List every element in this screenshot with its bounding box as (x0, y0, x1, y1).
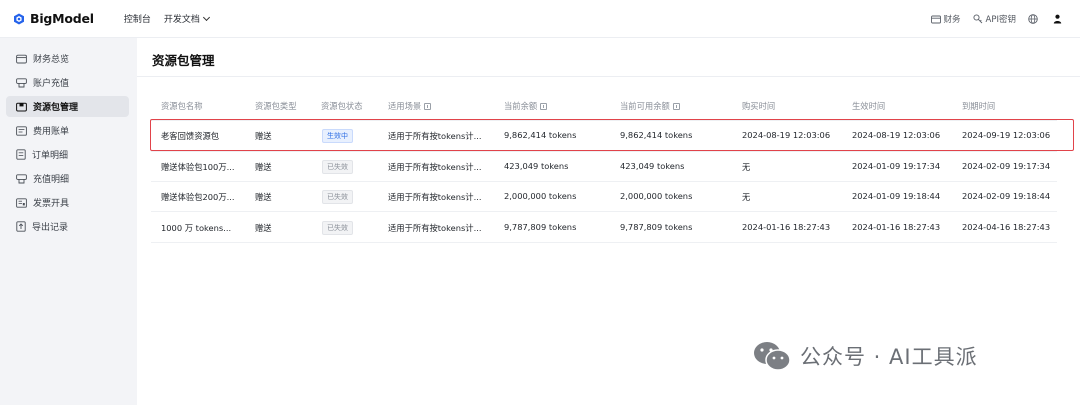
column-header-expire: 到期时间 (962, 101, 996, 111)
package-icon (16, 102, 27, 112)
nav-dev-docs[interactable]: 开发文档 (164, 12, 210, 25)
top-navbar: BigModel 控制台 开发文档 财务 API密钥 (0, 0, 1080, 38)
cell-type: 赠送 (255, 131, 272, 141)
cell-bought: 无 (742, 192, 751, 202)
finance-link[interactable]: 财务 (930, 13, 961, 25)
info-icon[interactable] (672, 102, 680, 110)
cell-bought: 无 (742, 162, 751, 172)
cell-available: 2,000,000 tokens (620, 191, 693, 201)
language-button[interactable] (1028, 14, 1041, 24)
sidebar-item-orders[interactable]: 订单明细 (6, 144, 129, 165)
divider (151, 242, 1057, 243)
wallet-icon (930, 15, 941, 23)
sidebar-item-label: 费用账单 (33, 127, 70, 137)
column-header-bought: 购买时间 (742, 101, 776, 111)
column-header-type: 资源包类型 (255, 101, 297, 111)
bill-icon (16, 125, 27, 136)
brand[interactable]: BigModel (13, 11, 94, 26)
cell-expire: 2024-09-19 12:03:06 (962, 130, 1051, 140)
cell-effective: 2024-08-19 12:03:06 (852, 130, 941, 140)
brand-name: BigModel (30, 11, 94, 26)
globe-icon (1028, 14, 1038, 24)
sidebar-item-export-records[interactable]: 导出记录 (6, 216, 129, 237)
page-title: 资源包管理 (152, 53, 215, 68)
column-header-status: 资源包状态 (321, 101, 363, 111)
cell-bought: 2024-01-16 18:27:43 (742, 222, 831, 232)
sidebar-item-label: 导出记录 (32, 223, 69, 233)
bigmodel-logo-icon (13, 13, 25, 25)
user-avatar[interactable] (1053, 14, 1065, 24)
recharge-icon (16, 77, 27, 87)
sidebar-item-label: 充值明细 (33, 175, 70, 185)
sidebar-item-finance-overview[interactable]: 财务总览 (6, 48, 129, 69)
cell-expire: 2024-02-09 19:18:44 (962, 191, 1051, 201)
sidebar-item-label: 财务总览 (33, 55, 70, 65)
divider (151, 120, 1057, 121)
invoice-icon (16, 197, 27, 208)
watermark: 公众号 · AI工具派 (752, 340, 978, 372)
column-header-effective: 生效时间 (852, 101, 886, 111)
sidebar-item-label: 订单明细 (32, 151, 69, 161)
cell-balance: 9,787,809 tokens (504, 222, 577, 232)
cell-available: 9,787,809 tokens (620, 222, 693, 232)
cell-available: 423,049 tokens (620, 161, 685, 171)
key-icon (972, 14, 982, 24)
info-icon[interactable] (424, 102, 432, 110)
sidebar-item-label: 账户充值 (33, 79, 70, 89)
chevron-down-icon (202, 13, 210, 21)
cell-type: 赠送 (255, 223, 272, 233)
recharge-detail-icon (16, 173, 27, 183)
cell-scene[interactable]: 适用于所有按tokens计... (388, 191, 482, 203)
status-badge: 已失效 (322, 190, 353, 204)
sidebar-item-recharge-details[interactable]: 充值明细 (6, 168, 129, 189)
cell-effective: 2024-01-09 19:18:44 (852, 191, 941, 201)
sidebar-item-label: 发票开具 (33, 199, 70, 209)
column-header-scene: 适用场景 (388, 100, 432, 112)
api-key-link[interactable]: API密钥 (972, 13, 1016, 25)
order-icon (16, 149, 26, 160)
column-header-balance: 当前余额 (504, 100, 548, 112)
cell-expire: 2024-04-16 18:27:43 (962, 222, 1051, 232)
sidebar-item-bills[interactable]: 费用账单 (6, 120, 129, 141)
cell-type: 赠送 (255, 192, 272, 202)
status-badge: 已失效 (322, 221, 353, 235)
column-header-name: 资源包名称 (161, 101, 203, 111)
cell-name[interactable]: 1000 万 tokens... (161, 222, 251, 234)
export-icon (16, 221, 26, 232)
cell-bought: 2024-08-19 12:03:06 (742, 130, 831, 140)
nav-console[interactable]: 控制台 (124, 12, 151, 25)
divider (151, 211, 1057, 212)
wallet-icon (16, 54, 27, 63)
column-header-available: 当前可用余额 (620, 100, 680, 112)
user-icon (1053, 14, 1062, 24)
wechat-icon (754, 342, 791, 371)
cell-effective: 2024-01-09 19:17:34 (852, 161, 941, 171)
sidebar-item-recharge[interactable]: 账户充值 (6, 72, 129, 93)
divider (151, 151, 1057, 152)
cell-type: 赠送 (255, 162, 272, 172)
cell-expire: 2024-02-09 19:17:34 (962, 161, 1051, 171)
divider (151, 181, 1057, 182)
status-badge: 已失效 (322, 160, 353, 174)
cell-name[interactable]: 赠送体验包100万... (161, 161, 251, 173)
cell-balance: 2,000,000 tokens (504, 191, 577, 201)
sidebar-item-label: 资源包管理 (33, 103, 79, 113)
status-badge: 生效中 (322, 129, 353, 143)
info-icon[interactable] (540, 102, 548, 110)
cell-scene[interactable]: 适用于所有按tokens计... (388, 161, 482, 173)
divider (137, 76, 1080, 77)
cell-available: 9,862,414 tokens (620, 130, 693, 140)
sidebar-item-package-management[interactable]: 资源包管理 (6, 96, 129, 117)
sidebar-item-invoice[interactable]: 发票开具 (6, 192, 129, 213)
cell-effective: 2024-01-16 18:27:43 (852, 222, 941, 232)
cell-scene[interactable]: 适用于所有按tokens计... (388, 222, 482, 234)
cell-name[interactable]: 赠送体验包200万... (161, 191, 251, 203)
cell-name[interactable]: 老客回馈资源包 (161, 130, 251, 142)
sidebar: 财务总览 账户充值 资源包管理 费用账单 订单明细 充值明细 发票开具 导出记录 (0, 38, 136, 405)
cell-balance: 423,049 tokens (504, 161, 569, 171)
cell-balance: 9,862,414 tokens (504, 130, 577, 140)
cell-scene[interactable]: 适用于所有按tokens计... (388, 130, 482, 142)
